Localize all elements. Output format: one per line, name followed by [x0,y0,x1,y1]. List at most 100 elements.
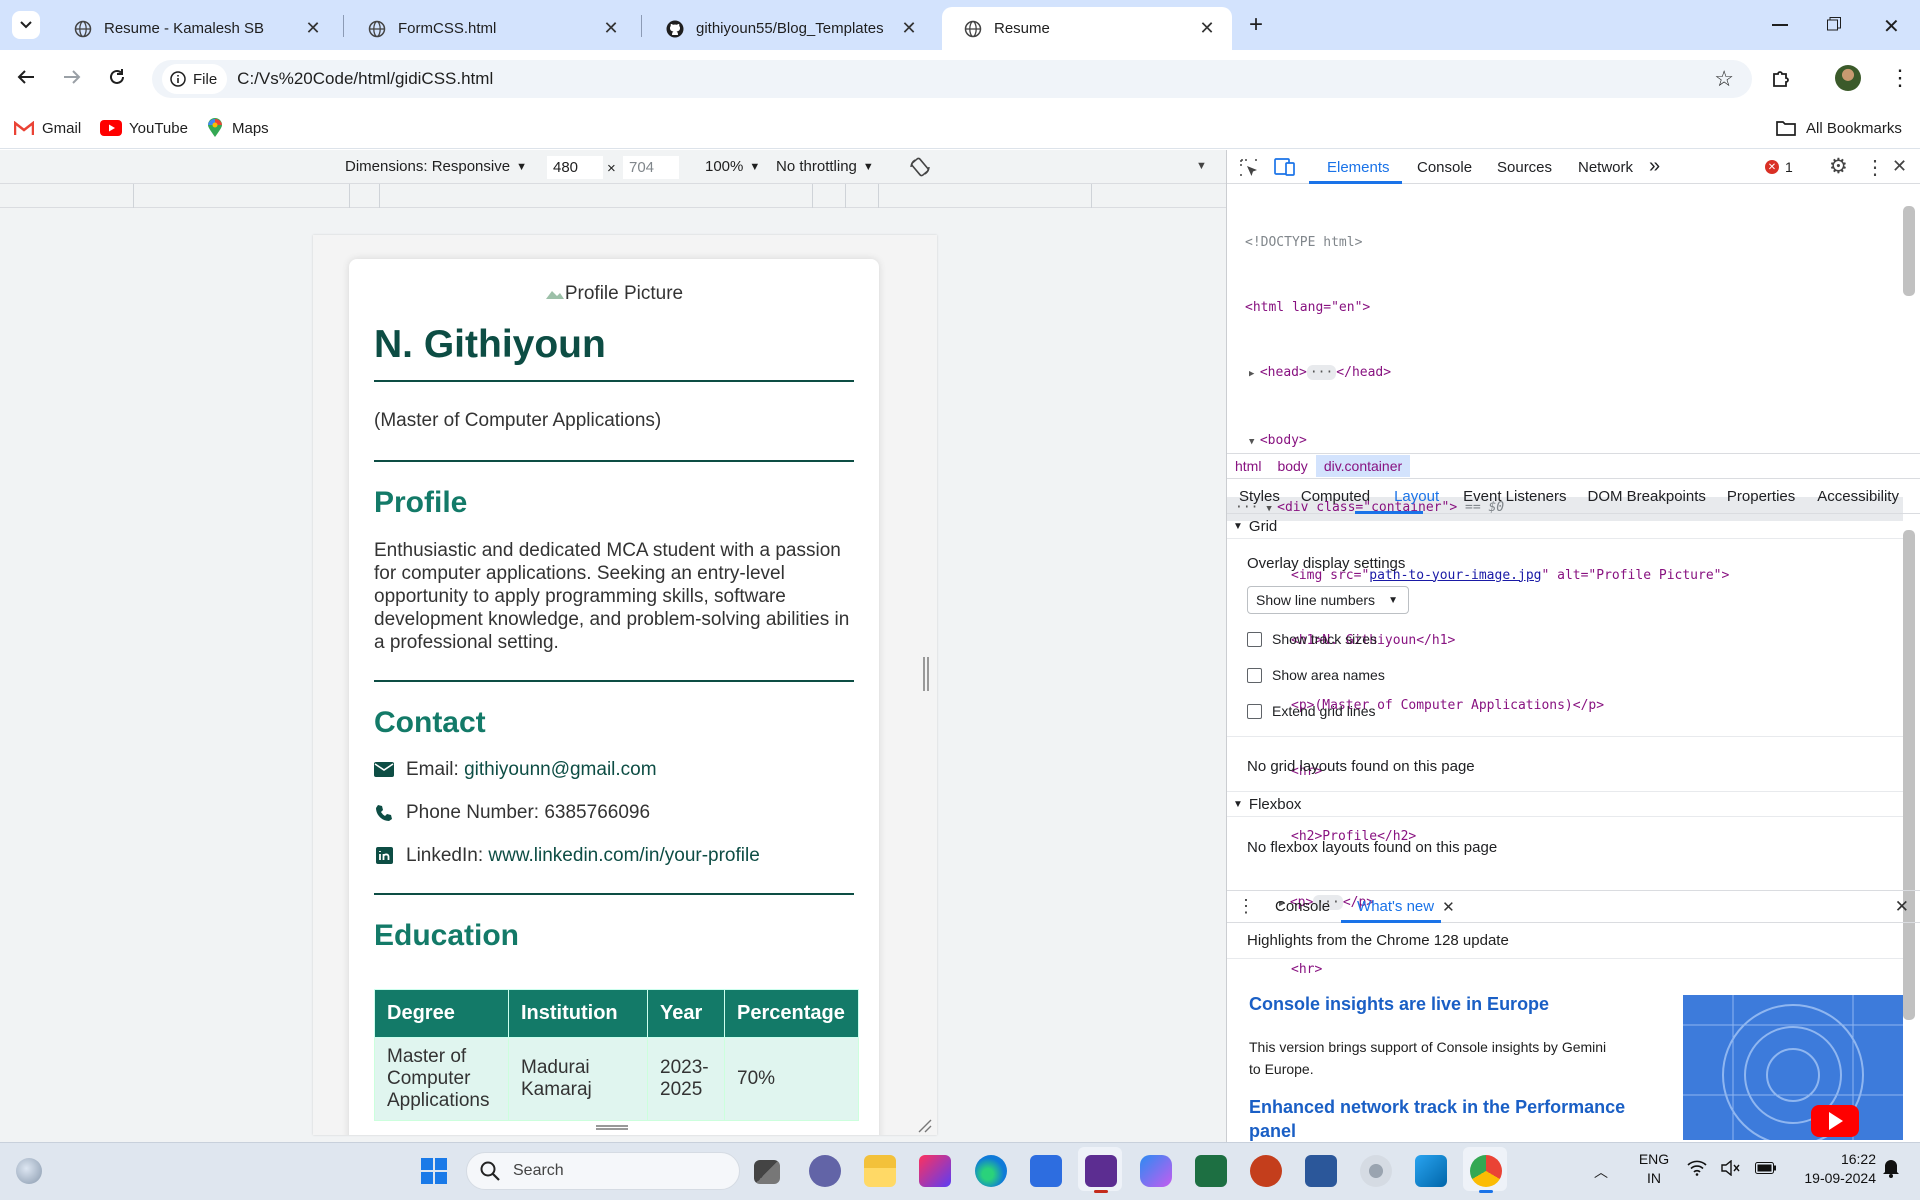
breadcrumb-div[interactable]: div.container [1315,455,1411,477]
close-icon[interactable]: ✕ [898,18,920,40]
dom-scrollbar[interactable] [1903,206,1915,296]
breadcrumb-html[interactable]: html [1227,458,1269,474]
notification-bell-icon[interactable] [1882,1158,1900,1182]
tab-sources[interactable]: Sources [1497,159,1552,176]
checkbox[interactable] [1247,631,1262,647]
resize-handle-bottom[interactable] [596,1125,628,1130]
grid-section-header[interactable]: ▼ Grid [1227,515,1907,539]
taskbar-search[interactable]: Search [466,1152,740,1190]
tab-resume-kamalesh[interactable]: Resume - Kamalesh SB ✕ [52,7,338,50]
tab-github-blog[interactable]: githiyoun55/Blog_Templates ✕ [644,7,934,50]
checkbox-track-sizes[interactable]: Show track sizes [1247,628,1907,650]
tab-search-button[interactable] [12,11,40,39]
dom-body[interactable]: ▼ <body> [1227,430,1903,454]
bookmark-youtube[interactable]: YouTube [100,116,188,140]
avatar[interactable] [1835,65,1861,91]
url-text[interactable]: C:/Vs%20Code/html/gidiCSS.html [237,69,493,89]
breadcrumb-body[interactable]: body [1269,458,1315,474]
height-input[interactable]: 704 [623,156,679,179]
language-indicator[interactable]: ENG IN [1636,1150,1672,1188]
drawer-scrollbar[interactable] [1903,942,1915,1007]
weather-widget-icon[interactable] [16,1158,42,1184]
error-counter[interactable]: ✕ 1 [1765,159,1793,175]
bookmark-star-icon[interactable]: ☆ [1714,66,1734,92]
intellij-icon[interactable] [919,1155,951,1187]
checkbox[interactable] [1247,703,1262,719]
tab-computed[interactable]: Computed [1301,488,1370,505]
show-hidden-icons[interactable]: ︿ [1594,1162,1608,1182]
address-bar[interactable]: File C:/Vs%20Code/html/gidiCSS.html ☆ [152,60,1752,98]
settings-gear-icon[interactable]: ⚙ [1829,154,1848,179]
bookmark-maps[interactable]: Maps [207,116,269,140]
tab-styles[interactable]: Styles [1239,488,1280,505]
minimize-button[interactable] [1772,24,1788,26]
close-icon[interactable]: ✕ [600,18,622,40]
tab-network[interactable]: Network [1578,159,1633,176]
drawer-tab-whats-new[interactable]: What's new [1357,898,1434,915]
tab-properties[interactable]: Properties [1727,488,1795,505]
close-icon[interactable]: ✕ [1196,18,1218,40]
whats-new-thumbnail[interactable] [1683,995,1903,1140]
bookmark-gmail[interactable]: Gmail [14,116,81,140]
close-drawer-icon[interactable]: ✕ [1895,897,1909,917]
tab-elements[interactable]: Elements [1327,159,1390,176]
powerpoint-icon[interactable] [1250,1155,1282,1187]
system-tray[interactable] [1687,1160,1777,1176]
news-title[interactable]: Console insights are live in Europe [1249,994,1549,1015]
reload-button[interactable] [107,67,127,91]
checkbox[interactable] [1247,667,1262,683]
restore-button[interactable] [1827,17,1841,31]
tab-event-listeners[interactable]: Event Listeners [1463,488,1566,505]
settings-icon[interactable] [1360,1155,1392,1187]
dom-head[interactable]: ▶ <head> ··· </head> [1227,362,1903,386]
news-title[interactable]: Enhanced network track in the Performanc… [1249,1095,1639,1143]
flexbox-section-header[interactable]: ▼ Flexbox [1227,791,1907,817]
checkbox-area-names[interactable]: Show area names [1247,664,1907,686]
close-devtools-icon[interactable]: ✕ [1892,156,1907,177]
checkbox-extend-lines[interactable]: Extend grid lines [1247,700,1907,722]
devtools-more-icon[interactable]: ⋮ [1865,155,1885,180]
tab-dom-breakpoints[interactable]: DOM Breakpoints [1588,488,1706,505]
clock[interactable]: 16:22 19-09-2024 [1780,1150,1876,1188]
close-icon[interactable]: ✕ [302,18,324,40]
emulated-viewport[interactable]: Profile Picture N. Githiyoun (Master of … [313,235,937,1135]
width-input[interactable]: 480 [547,156,603,179]
throttling-select[interactable]: No throttling ▼ [776,158,874,175]
resize-handle-right[interactable] [923,657,929,691]
zoom-select[interactable]: 100% ▼ [705,158,760,175]
resize-corner-icon[interactable] [918,1119,932,1133]
email-link[interactable]: githiyounn@gmail.com [464,759,657,781]
back-button[interactable] [16,67,36,91]
tab-console[interactable]: Console [1417,159,1472,176]
device-toggle-icon[interactable] [1274,157,1296,181]
tab-layout[interactable]: Layout [1394,488,1439,505]
linkedin-link[interactable]: www.linkedin.com/in/your-profile [488,845,759,867]
tab-formcss[interactable]: FormCSS.html ✕ [346,7,636,50]
vs-studio-icon[interactable] [1085,1155,1117,1187]
site-info-chip[interactable]: File [162,64,228,94]
dimensions-select[interactable]: Dimensions: Responsive ▼ [345,158,527,175]
tab-accessibility[interactable]: Accessibility [1817,488,1899,505]
start-button[interactable] [420,1157,448,1189]
close-window-button[interactable]: ✕ [1883,14,1900,39]
all-bookmarks-button[interactable]: All Bookmarks [1776,116,1902,140]
copilot-icon[interactable] [1140,1155,1172,1187]
teams-icon[interactable] [809,1155,841,1187]
new-tab-button[interactable]: + [1242,11,1270,39]
edge-icon[interactable] [975,1155,1007,1187]
chrome-icon[interactable] [1470,1155,1502,1187]
more-menu-icon[interactable]: ⋮ [1889,64,1911,92]
tab-resume[interactable]: Resume ✕ [942,7,1232,50]
drawer-menu-icon[interactable]: ⋮ [1237,896,1255,917]
more-tabs-icon[interactable]: » [1649,155,1660,178]
dom-html[interactable]: <html lang="en"> [1227,297,1903,319]
close-icon[interactable]: ✕ [1442,898,1455,916]
vscode-icon[interactable] [1415,1155,1447,1187]
store-icon[interactable] [1030,1155,1062,1187]
device-toolbar-menu-caret[interactable]: ▼ [1196,160,1207,172]
line-numbers-select[interactable]: Show line numbers ▼ [1247,586,1409,614]
rotate-button[interactable] [909,156,931,182]
task-view-icon[interactable] [754,1160,780,1184]
forward-button[interactable] [62,67,82,91]
excel-icon[interactable] [1195,1155,1227,1187]
